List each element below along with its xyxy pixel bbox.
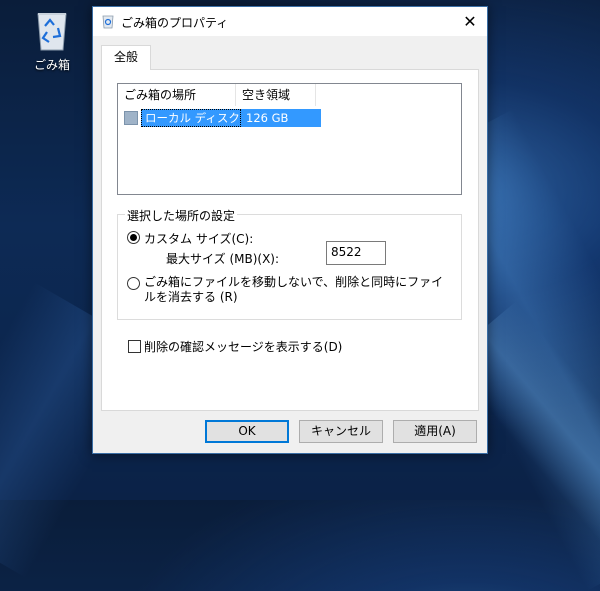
list-header: ごみ箱の場所 空き領域 [118, 84, 316, 106]
max-size-input[interactable]: 8522 [326, 241, 386, 265]
properties-dialog: ごみ箱のプロパティ ✕ 全般 ごみ箱の場所 空き領域 ローカル ディスク (C:… [92, 6, 488, 454]
recycle-bin-label: ごみ箱 [33, 58, 70, 72]
tab-general[interactable]: 全般 [101, 45, 151, 70]
max-size-label: 最大サイズ (MB)(X): [166, 252, 280, 266]
apply-button[interactable]: 適用(A) [393, 420, 477, 443]
column-header-free-space[interactable]: 空き領域 [236, 84, 316, 106]
group-label: 選択した場所の設定 [125, 207, 238, 224]
close-button[interactable]: ✕ [453, 7, 487, 36]
location-list[interactable]: ごみ箱の場所 空き領域 ローカル ディスク (C:) 126 GB [117, 83, 462, 195]
cancel-button[interactable]: キャンセル [299, 420, 383, 443]
drive-icon [124, 111, 138, 125]
recycle-bin-icon [102, 15, 114, 29]
confirm-delete-label[interactable]: 削除の確認メッセージを表示する(D) [144, 338, 342, 355]
close-icon: ✕ [463, 12, 477, 31]
title-bar[interactable]: ごみ箱のプロパティ ✕ [93, 7, 487, 36]
custom-size-label[interactable]: カスタム サイズ(C): [144, 230, 253, 247]
confirm-delete-checkbox[interactable] [128, 340, 141, 353]
recycle-bin-icon [37, 13, 67, 51]
tab-panel: ごみ箱の場所 空き領域 ローカル ディスク (C:) 126 GB 選択した場所… [101, 69, 479, 411]
delete-immediately-radio[interactable] [127, 277, 140, 290]
location-cell: ローカル ディスク (C:) [141, 109, 264, 127]
list-item[interactable]: ローカル ディスク (C:) 126 GB [124, 109, 321, 127]
column-header-location[interactable]: ごみ箱の場所 [118, 84, 236, 106]
location-settings-group: 選択した場所の設定 カスタム サイズ(C): 最大サイズ (MB)(X): 85… [117, 207, 462, 320]
dialog-title: ごみ箱のプロパティ [121, 16, 229, 30]
delete-immediately-label[interactable]: ごみ箱にファイルを移動しないで、削除と同時にファイルを消去する (R) [144, 275, 454, 305]
free-space-cell: 126 GB [241, 109, 321, 127]
ok-button[interactable]: OK [205, 420, 289, 443]
desktop-recycle-bin[interactable]: ごみ箱 [22, 8, 82, 73]
custom-size-radio[interactable] [127, 231, 140, 244]
